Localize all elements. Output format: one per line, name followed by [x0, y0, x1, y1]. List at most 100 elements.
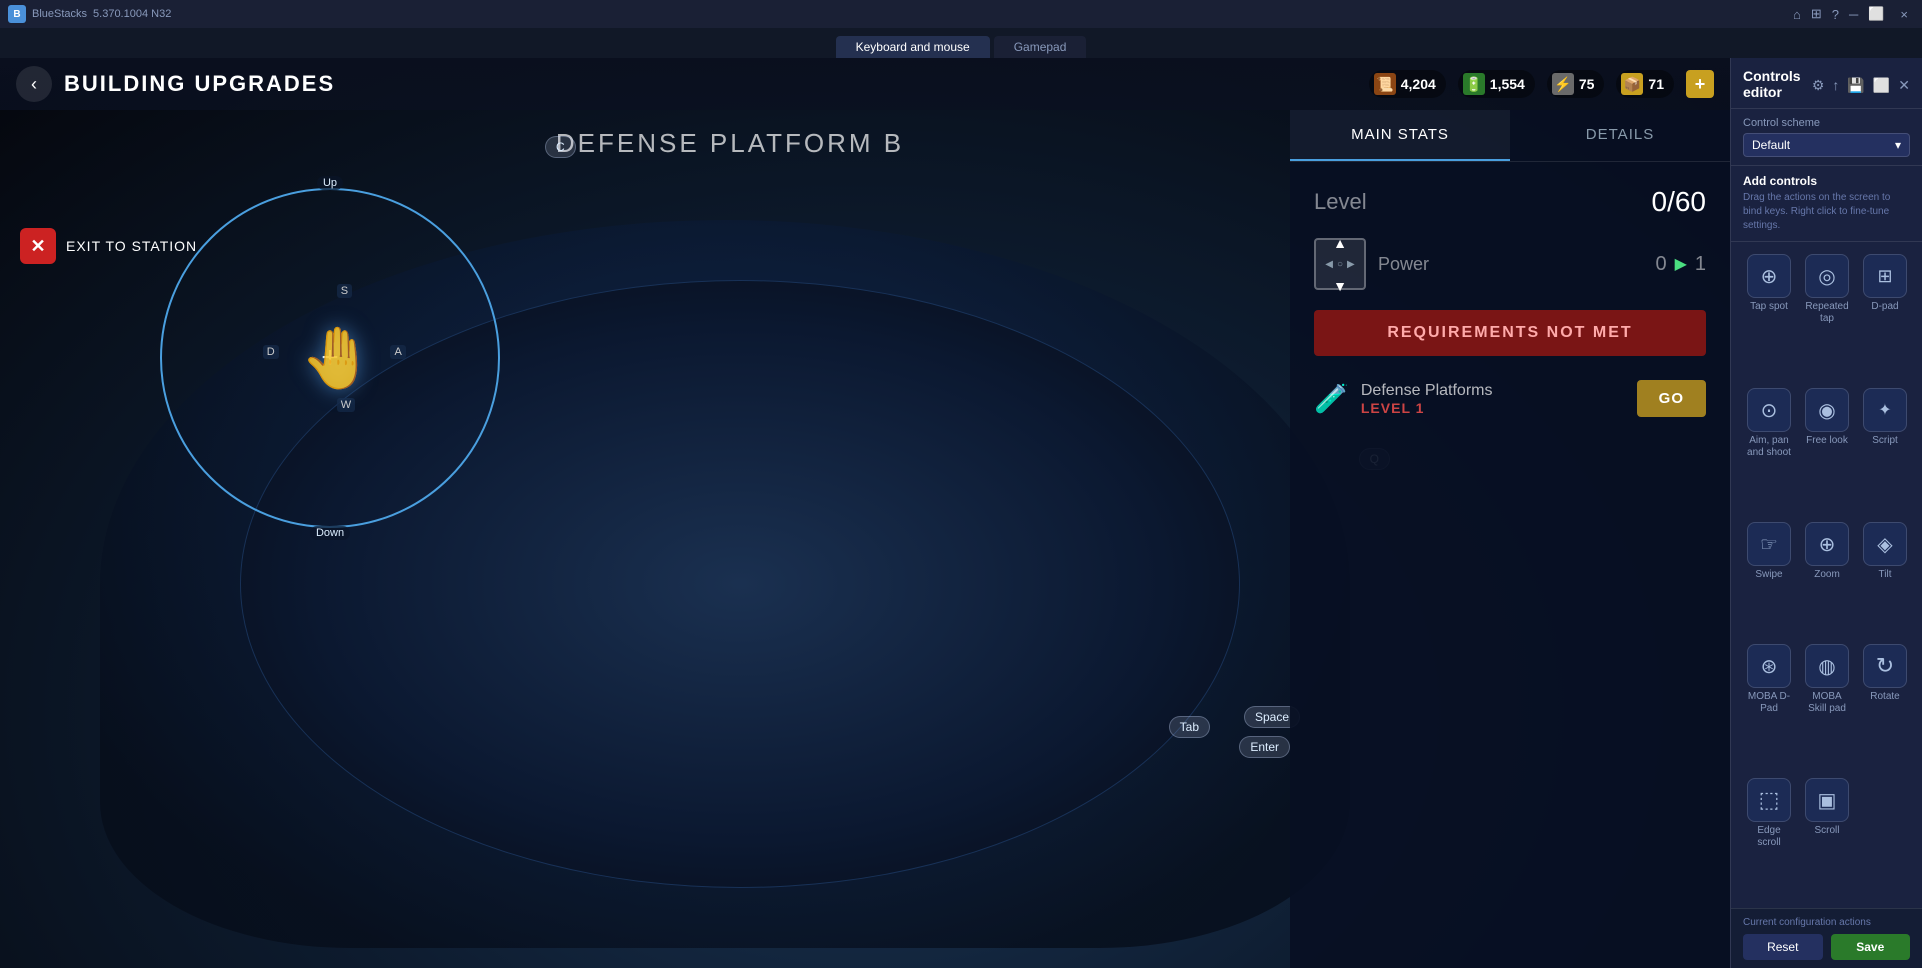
- zoom-icon: ⊕: [1805, 522, 1849, 566]
- ce-add-desc: Drag the actions on the screen to bind k…: [1743, 191, 1910, 233]
- main-area: ‹ BUILDING UPGRADES 📜 4,204 🔋 1,554 ⚡ 75…: [0, 58, 1922, 968]
- building-name: DEFENSE PLATFORM B: [556, 128, 904, 159]
- tab-keyboard[interactable]: Keyboard and mouse: [836, 36, 990, 58]
- power-value-row: 0 ▶ 1: [1655, 253, 1706, 276]
- float-key-enter: Enter: [1239, 736, 1290, 758]
- key-s: S: [337, 284, 352, 298]
- resource-battery: 🔋 1,554: [1458, 70, 1535, 98]
- battery-icon: 🔋: [1463, 73, 1485, 95]
- key-d: D: [263, 345, 279, 359]
- resource-bolt: ⚡ 75: [1547, 70, 1605, 98]
- script-label: Script: [1872, 435, 1898, 447]
- home-icon[interactable]: ⌂: [1793, 7, 1801, 22]
- game-viewport: ‹ BUILDING UPGRADES 📜 4,204 🔋 1,554 ⚡ 75…: [0, 58, 1730, 968]
- tap-spot-label: Tap spot: [1750, 301, 1788, 313]
- title-bar-icons: ⌂ ⊞ ? ─ ⬜ ×: [1793, 6, 1914, 22]
- rotate-label: Rotate: [1870, 691, 1899, 703]
- scroll-icon: ▣: [1805, 778, 1849, 822]
- moba-skill-icon: ◍: [1805, 644, 1849, 688]
- power-dot-icon: ○: [1337, 259, 1343, 270]
- power-arrow-right-icon: ▶: [1675, 254, 1687, 274]
- repeated-tap-label: Repeated tap: [1805, 301, 1849, 325]
- control-moba-dpad[interactable]: ⊛ MOBA D-Pad: [1743, 640, 1795, 766]
- control-swipe[interactable]: ☞ Swipe: [1743, 518, 1795, 632]
- tab-main-stats[interactable]: MAIN STATS: [1290, 110, 1510, 161]
- minimize-icon[interactable]: ─: [1849, 7, 1858, 22]
- close-button[interactable]: ×: [1894, 7, 1914, 22]
- requirement-row: 🧪 Defense Platforms LEVEL 1 GO: [1314, 380, 1706, 417]
- power-icon: ▲ ◀ ○ ▶ ▼: [1314, 238, 1366, 290]
- level-value: 0/60: [1652, 186, 1707, 218]
- power-to: 1: [1695, 253, 1706, 276]
- edge-scroll-icon: ⬚: [1747, 778, 1791, 822]
- power-row: ▲ ◀ ○ ▶ ▼ Power 0 ▶ 1: [1314, 238, 1706, 290]
- key-a: A: [390, 345, 405, 359]
- tab-details[interactable]: DETAILS: [1510, 110, 1730, 161]
- power-left-icon: ◀: [1325, 259, 1333, 270]
- tilt-label: Tilt: [1879, 569, 1892, 581]
- ce-controls-grid: ⊕ Tap spot ◎ Repeated tap ⊞ D-pad ⊙ Aim,…: [1731, 242, 1922, 908]
- ce-scheme-select[interactable]: Default ▾: [1743, 133, 1910, 157]
- moba-dpad-label: MOBA D-Pad: [1747, 691, 1791, 715]
- free-look-label: Free look: [1806, 435, 1848, 447]
- controls-editor: Controls editor ⚙ ↑ 💾 ⬜ ✕ Control scheme…: [1730, 58, 1922, 968]
- help-icon[interactable]: ?: [1832, 7, 1839, 22]
- ce-close-icon[interactable]: ✕: [1898, 77, 1910, 94]
- resource-gold: 📦 71: [1616, 70, 1674, 98]
- ce-maximize-icon[interactable]: ⬜: [1873, 77, 1890, 94]
- stats-content: Level 0/60 ▲ ◀ ○ ▶ ▼: [1290, 162, 1730, 968]
- float-key-c: C: [545, 136, 576, 158]
- back-button[interactable]: ‹: [16, 66, 52, 102]
- ce-footer-buttons: Reset Save: [1743, 934, 1910, 960]
- requirement-level: LEVEL 1: [1361, 400, 1625, 416]
- control-scroll[interactable]: ▣ Scroll: [1801, 774, 1853, 900]
- page-title: BUILDING UPGRADES: [64, 71, 335, 97]
- repeated-tap-icon: ◎: [1805, 254, 1849, 298]
- control-repeated-tap[interactable]: ◎ Repeated tap: [1801, 250, 1853, 376]
- control-circle: Up Down + S W D A 🤚: [160, 188, 500, 528]
- title-bar: B BlueStacks 5.370.1004 N32 ⌂ ⊞ ? ─ ⬜ ×: [0, 0, 1922, 28]
- control-moba-skill[interactable]: ◍ MOBA Skill pad: [1801, 640, 1853, 766]
- control-d-pad[interactable]: ⊞ D-pad: [1859, 250, 1911, 376]
- tab-gamepad[interactable]: Gamepad: [994, 36, 1087, 58]
- control-zoom[interactable]: ⊕ Zoom: [1801, 518, 1853, 632]
- add-resource-button[interactable]: +: [1686, 70, 1714, 98]
- gesture-icon: 🤚: [300, 323, 375, 394]
- requirement-name: Defense Platforms: [1361, 382, 1625, 400]
- control-tilt[interactable]: ◈ Tilt: [1859, 518, 1911, 632]
- app-name: BlueStacks: [32, 8, 87, 20]
- d-pad-label: D-pad: [1871, 301, 1898, 313]
- power-right-icon: ▶: [1347, 259, 1355, 270]
- control-free-look[interactable]: ◉ Free look: [1801, 384, 1853, 510]
- ce-upload-icon[interactable]: ↑: [1832, 77, 1839, 93]
- ce-header: Controls editor ⚙ ↑ 💾 ⬜ ✕: [1731, 58, 1922, 109]
- scroll-label: Scroll: [1814, 825, 1839, 837]
- ce-footer-label: Current configuration actions: [1743, 917, 1910, 928]
- stats-panel: MAIN STATS DETAILS Level 0/60 ▲ ◀ ○: [1290, 110, 1730, 968]
- control-aim-pan-shoot[interactable]: ⊙ Aim, pan and shoot: [1743, 384, 1795, 510]
- control-script[interactable]: ✦ Script: [1859, 384, 1911, 510]
- rotate-icon: ↻: [1863, 644, 1907, 688]
- power-arrow-up-icon: ▲: [1333, 235, 1347, 251]
- resource-group: 📜 4,204 🔋 1,554 ⚡ 75 📦 71 +: [1369, 70, 1714, 98]
- control-edge-scroll[interactable]: ⬚ Edge scroll: [1743, 774, 1795, 900]
- grid-icon[interactable]: ⊞: [1811, 6, 1822, 22]
- d-pad-icon: ⊞: [1863, 254, 1907, 298]
- restore-icon[interactable]: ⬜: [1868, 6, 1884, 22]
- aim-pan-shoot-label: Aim, pan and shoot: [1747, 435, 1791, 459]
- edge-scroll-label: Edge scroll: [1747, 825, 1791, 849]
- ce-scheme-section: Control scheme Default ▾: [1731, 109, 1922, 166]
- reset-button[interactable]: Reset: [1743, 934, 1823, 960]
- script-icon: ✦: [1863, 388, 1907, 432]
- control-tap-spot[interactable]: ⊕ Tap spot: [1743, 250, 1795, 376]
- exit-x-icon: ✕: [20, 228, 56, 264]
- save-button[interactable]: Save: [1831, 934, 1911, 960]
- requirements-not-met: REQUIREMENTS NOT MET: [1314, 310, 1706, 356]
- ce-settings-icon[interactable]: ⚙: [1812, 77, 1825, 94]
- key-w: W: [337, 398, 355, 412]
- control-rotate[interactable]: ↻ Rotate: [1859, 640, 1911, 766]
- ce-save-icon[interactable]: 💾: [1847, 77, 1864, 94]
- chevron-down-icon: ▾: [1895, 138, 1901, 152]
- tab-bar: Keyboard and mouse Gamepad: [0, 28, 1922, 58]
- go-button[interactable]: GO: [1637, 380, 1706, 417]
